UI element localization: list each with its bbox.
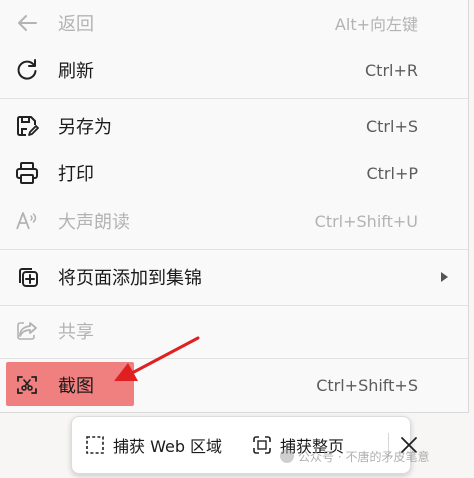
menu-item-back: 返回 Alt+向左键 — [0, 0, 468, 46]
menu-item-label: 刷新 — [58, 61, 94, 82]
menu-item-shortcut: Ctrl+P — [366, 163, 418, 183]
menu-item-label: 共享 — [58, 322, 94, 343]
menu-item-shortcut: Ctrl+Shift+S — [316, 375, 418, 395]
menu-item-shortcut: Ctrl+S — [365, 116, 418, 136]
menu-item-shortcut: Ctrl+Shift+U — [314, 211, 418, 231]
capture-toolbar: 捕获 Web 区域 捕获整页 — [71, 416, 417, 474]
menu-divider — [0, 358, 468, 359]
menu-item-label: 打印 — [58, 164, 94, 185]
context-menu: 返回 Alt+向左键 刷新 Ctrl+R 另存为 Ctrl+S 打印 Ctrl+… — [0, 0, 469, 413]
menu-item-read-aloud: 大声朗读 Ctrl+Shift+U — [0, 198, 468, 244]
capture-area-button[interactable]: 捕获 Web 区域 — [85, 417, 222, 473]
menu-divider — [0, 305, 468, 306]
printer-icon — [14, 160, 40, 186]
save-as-icon — [14, 113, 40, 139]
menu-item-share: 共享 — [0, 308, 468, 354]
wechat-icon — [280, 449, 294, 463]
menu-item-screenshot[interactable]: 截图 Ctrl+Shift+S — [0, 362, 468, 408]
add-to-collections-icon — [14, 264, 40, 290]
menu-item-refresh[interactable]: 刷新 Ctrl+R — [0, 47, 468, 93]
capture-area-icon — [86, 436, 104, 454]
menu-item-add-to-collections[interactable]: 将页面添加到集锦 — [0, 254, 468, 300]
menu-divider — [0, 249, 468, 250]
watermark: 公众号 · 不唐的矛皮笔意 — [280, 448, 429, 465]
read-aloud-icon — [14, 208, 40, 234]
menu-item-save-as[interactable]: 另存为 Ctrl+S — [0, 103, 468, 149]
back-arrow-icon — [14, 10, 40, 36]
capture-full-page-icon — [253, 436, 271, 454]
refresh-icon — [14, 57, 40, 83]
submenu-arrow-icon — [441, 272, 448, 282]
menu-item-shortcut: Alt+向左键 — [334, 15, 418, 34]
capture-area-label: 捕获 Web 区域 — [113, 437, 223, 456]
share-icon — [14, 318, 40, 344]
watermark-text: 公众号 · 不唐的矛皮笔意 — [298, 450, 430, 464]
menu-divider — [0, 98, 468, 99]
menu-item-label: 另存为 — [58, 117, 112, 138]
menu-item-label: 返回 — [58, 14, 94, 35]
menu-item-label: 截图 — [58, 376, 94, 397]
menu-item-shortcut: Ctrl+R — [365, 60, 418, 80]
menu-item-print[interactable]: 打印 Ctrl+P — [0, 150, 468, 196]
screenshot-icon — [14, 372, 40, 398]
menu-item-label: 将页面添加到集锦 — [58, 268, 202, 289]
menu-item-label: 大声朗读 — [58, 212, 130, 233]
